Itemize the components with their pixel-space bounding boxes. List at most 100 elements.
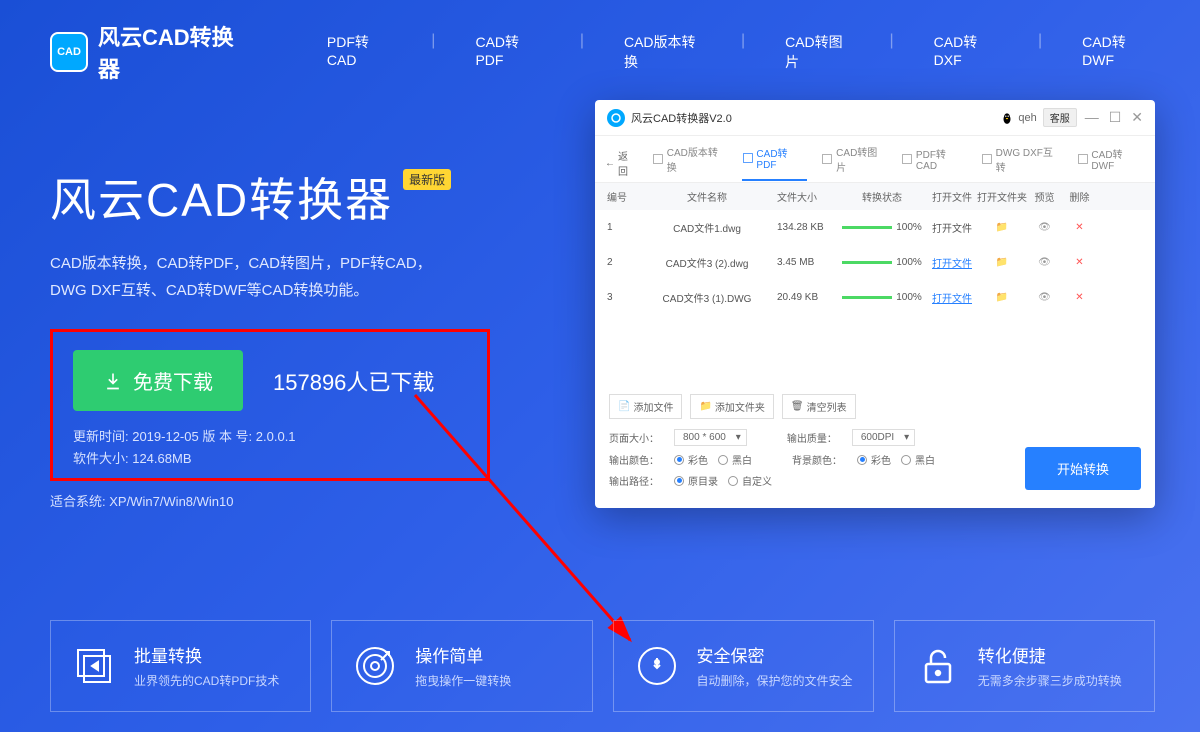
nav-cad-to-image[interactable]: CAD转图片 <box>785 32 849 72</box>
table-header: 编号 文件名称 文件大小 转换状态 打开文件 打开文件夹 预览 删除 <box>595 183 1155 210</box>
features-row: 批量转换 业界领先的CAD转PDF技术 操作简单 拖曳操作一键转换 安全保密 自… <box>50 620 1155 712</box>
tab-cad-pdf[interactable]: CAD转PDF <box>742 145 808 181</box>
download-label: 免费下载 <box>133 366 213 395</box>
download-count: 157896人已下载 <box>273 365 434 397</box>
bg-color-color[interactable]: 彩色 <box>857 452 891 467</box>
col-size: 文件大小 <box>777 189 837 204</box>
delete-icon[interactable]: ✕ <box>1062 292 1097 303</box>
app-tabs: ← 返回 CAD版本转换 CAD转PDF CAD转图片 PDF转CAD DWG … <box>595 136 1155 183</box>
app-logo-icon <box>607 109 625 127</box>
feature-title: 安全保密 <box>697 642 853 667</box>
folder-icon[interactable]: 📁 <box>977 257 1027 268</box>
page-size-label: 页面大小： <box>609 430 664 445</box>
out-color-bw[interactable]: 黑白 <box>718 452 752 467</box>
col-filename: 文件名称 <box>637 189 777 204</box>
delete-icon[interactable]: ✕ <box>1062 222 1097 233</box>
delete-icon[interactable]: ✕ <box>1062 257 1097 268</box>
update-line: 更新时间: 2019-12-05 版 本 号: 2.0.0.1 <box>73 426 467 448</box>
nav-cad-to-dwf[interactable]: CAD转DWF <box>1082 32 1150 72</box>
folder-icon[interactable]: 📁 <box>977 222 1027 233</box>
feature-fast: 转化便捷 无需多余步骤三步成功转换 <box>894 620 1155 712</box>
feature-desc: 业界领先的CAD转PDF技术 <box>134 673 279 690</box>
col-status: 转换状态 <box>837 189 927 204</box>
col-delete: 删除 <box>1062 189 1097 204</box>
user-name: qeh <box>1018 112 1036 124</box>
system-requirement: 适合系统: XP/Win7/Win8/Win10 <box>50 491 490 510</box>
preview-icon[interactable]: 👁 <box>1027 292 1062 303</box>
logo[interactable]: CAD 风云CAD转换器 <box>50 20 247 84</box>
subtitle: CAD版本转换，CAD转PDF，CAD转图片，PDF转CAD， DWG DXF互… <box>50 250 490 304</box>
maximize-icon[interactable]: ☐ <box>1109 109 1122 126</box>
app-titlebar: 风云CAD转换器V2.0 qeh 客服 — ☐ ✕ <box>595 100 1155 136</box>
feature-title: 操作简单 <box>415 642 511 667</box>
header: CAD 风云CAD转换器 PDF转CAD| CAD转PDF| CAD版本转换| … <box>0 0 1200 84</box>
clear-list-button[interactable]: 🗑 清空列表 <box>782 394 856 419</box>
feature-title: 批量转换 <box>134 642 279 667</box>
latest-badge: 最新版 <box>403 169 451 190</box>
app-title: 风云CAD转换器V2.0 <box>631 110 1000 126</box>
nav-pdf-to-cad[interactable]: PDF转CAD <box>327 32 391 72</box>
preview-icon[interactable]: 👁 <box>1027 257 1062 268</box>
logo-icon: CAD <box>50 32 88 72</box>
tab-cad-dwf[interactable]: CAD转DWF <box>1077 146 1146 180</box>
out-path-custom[interactable]: 自定义 <box>728 473 772 488</box>
folder-icon[interactable]: 📁 <box>977 292 1027 303</box>
app-bottom-panel: 📄 添加文件 📁 添加文件夹 🗑 清空列表 页面大小： 800 * 600 输出… <box>609 394 1141 494</box>
download-button[interactable]: 免费下载 <box>73 350 243 411</box>
dpi-label: 输出质量： <box>787 430 842 445</box>
col-open: 打开文件 <box>927 189 977 204</box>
page-size-select[interactable]: 800 * 600 <box>674 429 747 446</box>
feature-secure: 安全保密 自动删除，保护您的文件安全 <box>613 620 874 712</box>
close-icon[interactable]: ✕ <box>1131 109 1143 126</box>
nav-cad-to-pdf[interactable]: CAD转PDF <box>475 32 539 72</box>
page-title: 风云CAD转换器 <box>50 164 393 230</box>
download-icon <box>103 371 123 391</box>
highlight-box: 免费下载 157896人已下载 更新时间: 2019-12-05 版 本 号: … <box>50 329 490 481</box>
feature-title: 转化便捷 <box>978 642 1122 667</box>
feature-batch: 批量转换 业界领先的CAD转PDF技术 <box>50 620 311 712</box>
nav-cad-to-dxf[interactable]: CAD转DXF <box>934 32 998 72</box>
out-color-color[interactable]: 彩色 <box>674 452 708 467</box>
feature-desc: 拖曳操作一键转换 <box>415 673 511 690</box>
feature-desc: 无需多余步骤三步成功转换 <box>978 673 1122 690</box>
size-line: 软件大小: 124.68MB <box>73 448 467 470</box>
open-file-link[interactable]: 打开文件 <box>932 259 972 270</box>
col-preview: 预览 <box>1027 189 1062 204</box>
preview-icon[interactable]: 👁 <box>1027 222 1062 233</box>
start-convert-button[interactable]: 开始转换 <box>1025 447 1141 490</box>
add-file-button[interactable]: 📄 添加文件 <box>609 394 682 419</box>
logo-text: 风云CAD转换器 <box>98 20 247 84</box>
touch-icon <box>632 641 682 691</box>
bg-color-label: 背景颜色： <box>792 452 847 467</box>
table-row: 2CAD文件3 (2).dwg3.45 MB100%打开文件📁👁✕ <box>595 245 1155 280</box>
minimize-icon[interactable]: — <box>1085 109 1099 126</box>
target-icon <box>350 641 400 691</box>
nav-bar: PDF转CAD| CAD转PDF| CAD版本转换| CAD转图片| CAD转D… <box>327 32 1150 72</box>
feature-easy: 操作简单 拖曳操作一键转换 <box>331 620 592 712</box>
meta-info: 更新时间: 2019-12-05 版 本 号: 2.0.0.1 软件大小: 12… <box>73 426 467 470</box>
back-button[interactable]: ← 返回 <box>605 148 638 178</box>
feature-desc: 自动删除，保护您的文件安全 <box>697 673 853 690</box>
qq-icon <box>1000 111 1014 125</box>
out-color-label: 输出颜色： <box>609 452 664 467</box>
open-file-link[interactable]: 打开文件 <box>932 224 972 235</box>
table-row: 1CAD文件1.dwg134.28 KB100%打开文件📁👁✕ <box>595 210 1155 245</box>
subtitle-line2: DWG DXF互转、CAD转DWF等CAD转换功能。 <box>50 277 490 304</box>
add-folder-button[interactable]: 📁 添加文件夹 <box>690 394 773 419</box>
batch-icon <box>69 641 119 691</box>
out-path-label: 输出路径： <box>609 473 664 488</box>
bg-color-bw[interactable]: 黑白 <box>901 452 935 467</box>
col-index: 编号 <box>607 189 637 204</box>
nav-cad-version[interactable]: CAD版本转换 <box>624 32 701 72</box>
table-row: 3CAD文件3 (1).DWG20.49 KB100%打开文件📁👁✕ <box>595 280 1155 315</box>
dpi-select[interactable]: 600DPI <box>852 429 915 446</box>
open-file-link[interactable]: 打开文件 <box>932 294 972 305</box>
lock-icon <box>913 641 963 691</box>
out-path-orig[interactable]: 原目录 <box>674 473 718 488</box>
col-folder: 打开文件夹 <box>977 189 1027 204</box>
tab-pdf-cad[interactable]: PDF转CAD <box>901 146 967 180</box>
customer-service-button[interactable]: 客服 <box>1043 108 1077 127</box>
tab-cad-image[interactable]: CAD转图片 <box>821 144 887 182</box>
tab-dwg-dxf[interactable]: DWG DXF互转 <box>981 144 1063 182</box>
tab-version[interactable]: CAD版本转换 <box>652 144 728 182</box>
